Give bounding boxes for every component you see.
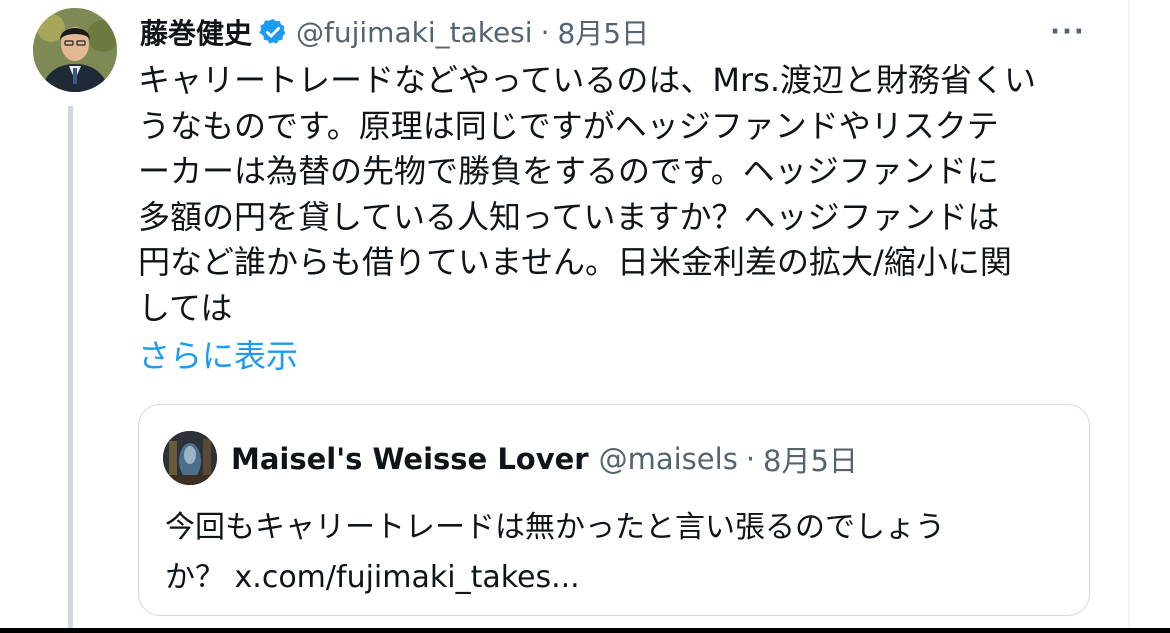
tweet-text-line: しては	[138, 288, 233, 327]
separator-dot: ·	[745, 442, 756, 476]
tweet-header: 藤巻健史 @fujimaki_takesi · 8月5日	[140, 10, 649, 54]
tweet-text-line: キャリートレードなどやっているのは、Mrs.渡辺と財務省くい	[138, 61, 1037, 99]
tweet-text-line: うなものです。原理は同じですがヘッジファンドやリスクテ	[138, 106, 999, 145]
show-more-link[interactable]: さらに表示	[138, 336, 298, 376]
quote-text-line: か？ x.com/fujimaki_takes...	[165, 560, 580, 595]
author-name[interactable]: 藤巻健史	[140, 12, 252, 52]
author-handle[interactable]: @fujimaki_takesi	[296, 16, 533, 49]
verified-badge-icon	[258, 17, 288, 47]
quote-text-line: 今回もキャリートレードは無かったと言い張るのでしょう	[165, 510, 945, 545]
bottom-border	[0, 628, 1170, 633]
quote-author-name[interactable]: Maisel's Weisse Lover	[231, 442, 589, 476]
quote-author-handle[interactable]: @maisels	[599, 442, 738, 476]
tweet-date[interactable]: 8月5日	[557, 12, 649, 52]
quote-header: Maisel's Weisse Lover @maisels · 8月5日	[231, 439, 858, 479]
tweet-text-line: 多額の円を貸している人知っていますか？ヘッジファンドは	[138, 197, 1000, 236]
tweet-text-line: 円など誰からも借りていません。日米金利差の拡大/縮小に関	[138, 243, 1012, 281]
quote-text: 今回もキャリートレードは無かったと言い張るのでしょう か？ x.com/fuji…	[165, 503, 1075, 603]
quote-date[interactable]: 8月5日	[763, 438, 858, 480]
quote-author-avatar[interactable]	[163, 431, 217, 485]
more-options-icon[interactable]: ···	[1046, 14, 1090, 50]
tweet-text-line: ーカーは為替の先物で勝負をするのです。ヘッジファンドに	[138, 152, 999, 190]
tweet-text: キャリートレードなどやっているのは、Mrs.渡辺と財務省くい うなものです。原理…	[138, 58, 1138, 331]
quote-tweet-card[interactable]: Maisel's Weisse Lover @maisels · 8月5日 今回…	[138, 404, 1090, 616]
author-avatar[interactable]	[33, 8, 117, 92]
separator-dot: ·	[540, 15, 550, 49]
thread-line	[68, 106, 73, 633]
